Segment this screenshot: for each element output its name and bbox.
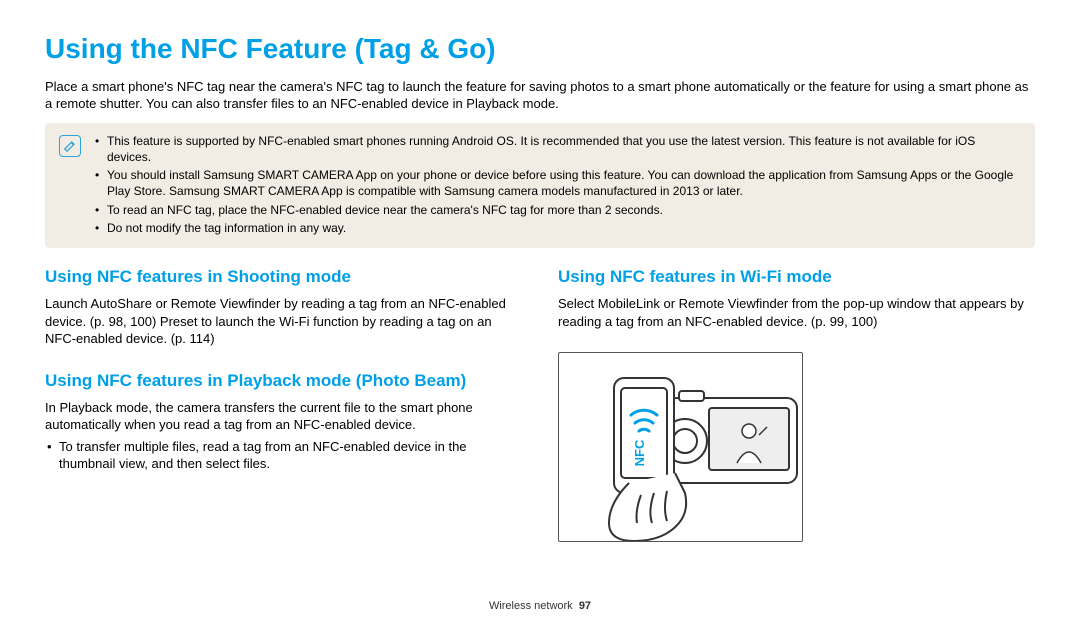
note-item: You should install Samsung SMART CAMERA …	[95, 167, 1021, 199]
section-shooting: Using NFC features in Shooting mode Laun…	[45, 266, 522, 348]
note-item: To read an NFC tag, place the NFC-enable…	[95, 202, 1021, 218]
heading-shooting: Using NFC features in Shooting mode	[45, 266, 522, 289]
note-item: Do not modify the tag information in any…	[95, 220, 1021, 236]
note-icon	[59, 135, 81, 238]
right-column: Using NFC features in Wi-Fi mode Select …	[558, 266, 1035, 542]
page-title: Using the NFC Feature (Tag & Go)	[45, 30, 1035, 68]
body-wifi: Select MobileLink or Remote Viewfinder f…	[558, 295, 1035, 330]
playback-bullets: To transfer multiple files, read a tag f…	[45, 438, 522, 473]
note-item: This feature is supported by NFC-enabled…	[95, 133, 1021, 165]
body-shooting: Launch AutoShare or Remote Viewfinder by…	[45, 295, 522, 348]
section-playback: Using NFC features in Playback mode (Pho…	[45, 370, 522, 473]
intro-paragraph: Place a smart phone's NFC tag near the c…	[45, 78, 1035, 113]
note-box: This feature is supported by NFC-enabled…	[45, 123, 1035, 248]
heading-wifi: Using NFC features in Wi-Fi mode	[558, 266, 1035, 289]
content-columns: Using NFC features in Shooting mode Laun…	[45, 266, 1035, 542]
left-column: Using NFC features in Shooting mode Laun…	[45, 266, 522, 542]
playback-bullet: To transfer multiple files, read a tag f…	[45, 438, 522, 473]
pencil-note-icon	[59, 135, 81, 157]
heading-playback: Using NFC features in Playback mode (Pho…	[45, 370, 522, 393]
body-playback: In Playback mode, the camera transfers t…	[45, 399, 522, 434]
nfc-illustration: NFC	[558, 352, 803, 542]
nfc-label: NFC	[632, 439, 647, 466]
note-list: This feature is supported by NFC-enabled…	[95, 133, 1021, 238]
section-wifi: Using NFC features in Wi-Fi mode Select …	[558, 266, 1035, 330]
footer: Wireless network 97	[0, 599, 1080, 614]
footer-section: Wireless network	[489, 600, 573, 612]
page-number: 97	[579, 600, 591, 612]
